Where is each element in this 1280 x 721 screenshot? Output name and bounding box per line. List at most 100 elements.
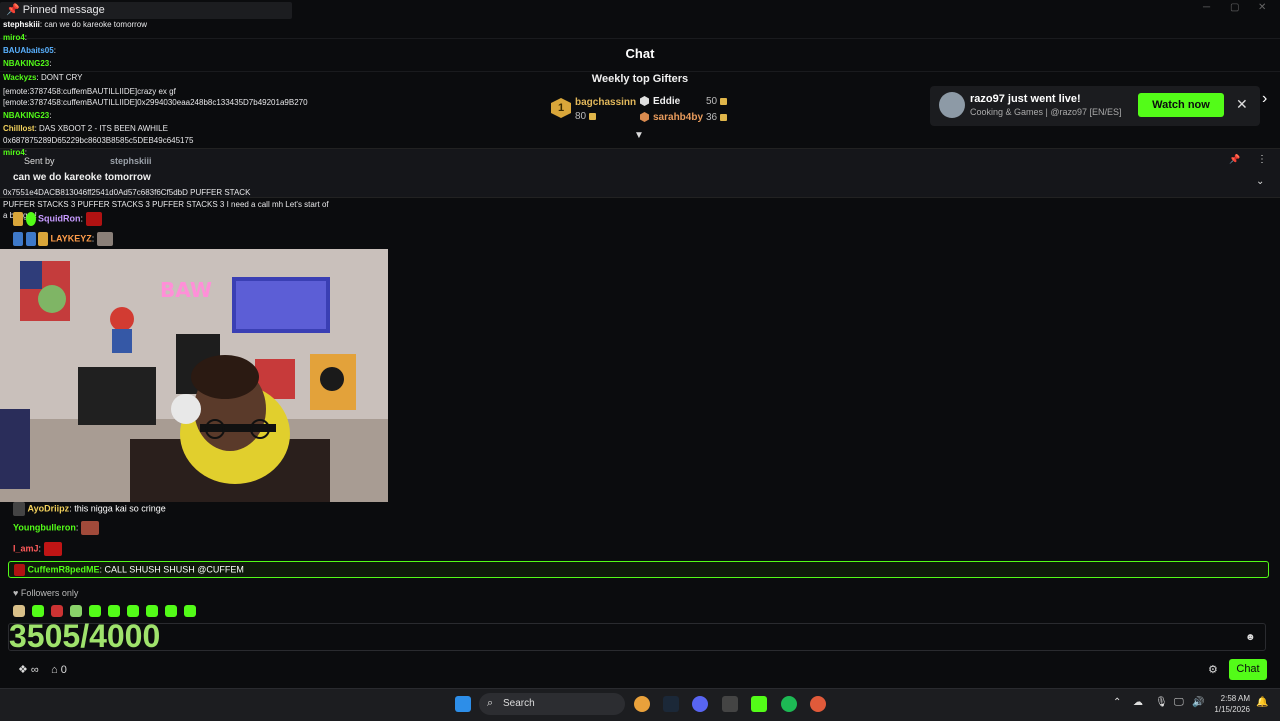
windows-start-icon[interactable] <box>455 696 471 712</box>
volume-icon[interactable]: 🔊 <box>1192 697 1204 708</box>
cloud-icon[interactable]: ☁ <box>1133 697 1143 708</box>
emote-icon[interactable] <box>146 605 158 617</box>
chevron-right-icon[interactable]: › <box>1262 90 1267 108</box>
pin-icon[interactable]: 📌 <box>1229 154 1240 165</box>
emote-icon[interactable] <box>13 605 25 617</box>
steam-icon[interactable] <box>663 696 679 712</box>
minimize-icon[interactable]: ─ <box>1203 2 1210 13</box>
gifter-2-amount: 50 <box>706 96 728 107</box>
close-icon[interactable]: ✕ <box>1236 96 1248 113</box>
emote-icon[interactable] <box>70 605 82 617</box>
coin-icon <box>589 112 597 120</box>
emote-icon <box>85 212 102 226</box>
followers-only-label: ♥ Followers only <box>13 588 79 598</box>
overlay-chat-line: BAUAbaits05: <box>3 46 56 55</box>
chat-username[interactable]: LAYKEYZ <box>51 233 92 243</box>
emote-icon[interactable] <box>127 605 139 617</box>
chat-input[interactable] <box>8 623 1266 651</box>
gifter-3-name[interactable]: sarahb4by <box>653 112 703 123</box>
overlay-chat-line: 0x7551e4DACB813046ff2541d0Ad57c683f6Cf5d… <box>3 188 251 197</box>
chat-message: I_amJ: <box>13 542 62 556</box>
emoji-icon[interactable]: ☻ <box>1245 632 1256 643</box>
notification-title: razo97 just went live! <box>970 93 1081 105</box>
notification-bell-icon[interactable]: 🔔 <box>1256 697 1268 708</box>
rank-1-badge: 1 <box>551 98 571 118</box>
chat-username[interactable]: CuffemR8pedME <box>28 564 100 574</box>
browser-icon[interactable] <box>810 696 826 712</box>
coin-icon <box>720 97 728 105</box>
close-window-icon[interactable]: ✕ <box>1258 2 1266 13</box>
taskbar-search[interactable] <box>479 693 625 715</box>
watch-now-button[interactable]: Watch now <box>1138 93 1224 117</box>
pinned-text: can we do kareoke tomorrow <box>13 172 151 183</box>
kick-icon[interactable] <box>751 696 767 712</box>
more-options-icon[interactable]: ⋮ <box>1257 154 1267 165</box>
overlay-chat-line: [emote:3787458:cuffemBAUTILLIIDE]crazy e… <box>3 87 176 96</box>
overlay-chat-line: miro4: <box>3 148 28 157</box>
maximize-icon[interactable]: ▢ <box>1230 2 1239 13</box>
badge-icon <box>14 564 25 576</box>
chat-title: Chat <box>625 46 655 61</box>
emote-icon[interactable] <box>51 605 63 617</box>
badge-icon <box>25 232 36 246</box>
gifter-3-amount: 36 <box>706 112 728 123</box>
chat-username[interactable]: AyoDriipz <box>28 503 70 513</box>
video-clip[interactable]: BAW <box>0 249 388 502</box>
gifter-2-name[interactable]: Eddie <box>653 96 680 107</box>
chat-username[interactable]: I_amJ <box>13 543 39 553</box>
notification-subtitle: Cooking & Games | @razo97 [EN/ES] <box>970 107 1122 117</box>
watch-now-label: Watch now <box>1152 99 1210 111</box>
rank-2-icon <box>640 96 649 106</box>
overlay-chat-line: miro4: <box>3 33 28 42</box>
goal-counter: 3505/4000 <box>9 618 161 654</box>
emote-icon[interactable] <box>165 605 177 617</box>
overlay-chat-line: 0x687875289D65229bc8603B8585c5DEB49c6451… <box>3 136 194 145</box>
search-icon: ⌕ <box>487 697 494 709</box>
pin-icon: 📌 <box>6 4 23 16</box>
emote-icon <box>96 232 113 246</box>
taskbar-search-label: Search <box>503 698 535 709</box>
badge-icon <box>13 212 23 226</box>
points-count: 0 <box>60 664 67 676</box>
channel-points-icon: ❖ ∞ <box>18 664 39 676</box>
chat-username[interactable]: Youngbulleron <box>13 522 76 532</box>
badge-icon <box>38 232 49 246</box>
pinned-user[interactable]: stephskiii <box>110 156 152 166</box>
network-icon[interactable]: 🖵 <box>1174 697 1184 708</box>
pinned-banner-label: Pinned message <box>22 4 105 16</box>
collapse-gifters-icon[interactable]: ▼ <box>634 130 644 141</box>
chevron-down-icon[interactable]: ⌄ <box>1256 176 1264 187</box>
overlay-chat-line: Chilllost: DAS XBOOT 2 - ITS BEEN AWHILE <box>3 124 168 133</box>
pinned-sent-by: Sent by <box>24 156 55 166</box>
chrome-icon[interactable] <box>634 696 650 712</box>
avatar <box>939 92 965 118</box>
clock[interactable]: 2:58 AM 1/15/2026 <box>1206 693 1250 715</box>
tray-chevron-icon[interactable]: ⌃ <box>1113 697 1121 708</box>
emote-icon[interactable] <box>89 605 101 617</box>
rank-3-icon <box>640 112 649 122</box>
svg-text:BAW: BAW <box>160 278 212 302</box>
discord-icon[interactable] <box>692 696 708 712</box>
emote-icon <box>43 542 62 556</box>
overlay-chat-line: PUFFER STACKS 3 PUFFER STACKS 3 PUFFER S… <box>3 200 329 209</box>
emote-icon[interactable] <box>32 605 44 617</box>
emote-icon <box>80 521 99 535</box>
mic-icon[interactable]: 🎙 <box>1155 697 1168 708</box>
app-icon[interactable] <box>722 696 738 712</box>
gifter-1-amount: 80 <box>575 111 597 122</box>
chat-message: LAYKEYZ: <box>13 232 113 246</box>
chat-message: CuffemR8pedME: CALL SHUSH SHUSH @CUFFEM <box>14 564 244 576</box>
overlay-chat-line: NBAKING23: <box>3 111 52 120</box>
badge-icon <box>13 502 25 516</box>
spotify-icon[interactable] <box>781 696 797 712</box>
chat-send-button[interactable]: Chat <box>1229 659 1267 680</box>
chat-username[interactable]: SquidRon <box>38 213 81 223</box>
gear-icon[interactable]: ⚙ <box>1208 663 1218 676</box>
points-area[interactable]: ❖ ∞ ⌂ 0 <box>18 663 67 676</box>
overlay-chat-line: NBAKING23: <box>3 59 52 68</box>
pinned-banner: 📌 Pinned message <box>0 2 292 19</box>
emote-icon[interactable] <box>184 605 196 617</box>
gifter-1-name[interactable]: bagchassinn <box>575 97 636 108</box>
emote-icon[interactable] <box>108 605 120 617</box>
overlay-chat-line: stephskiii: can we do kareoke tomorrow <box>3 20 148 29</box>
